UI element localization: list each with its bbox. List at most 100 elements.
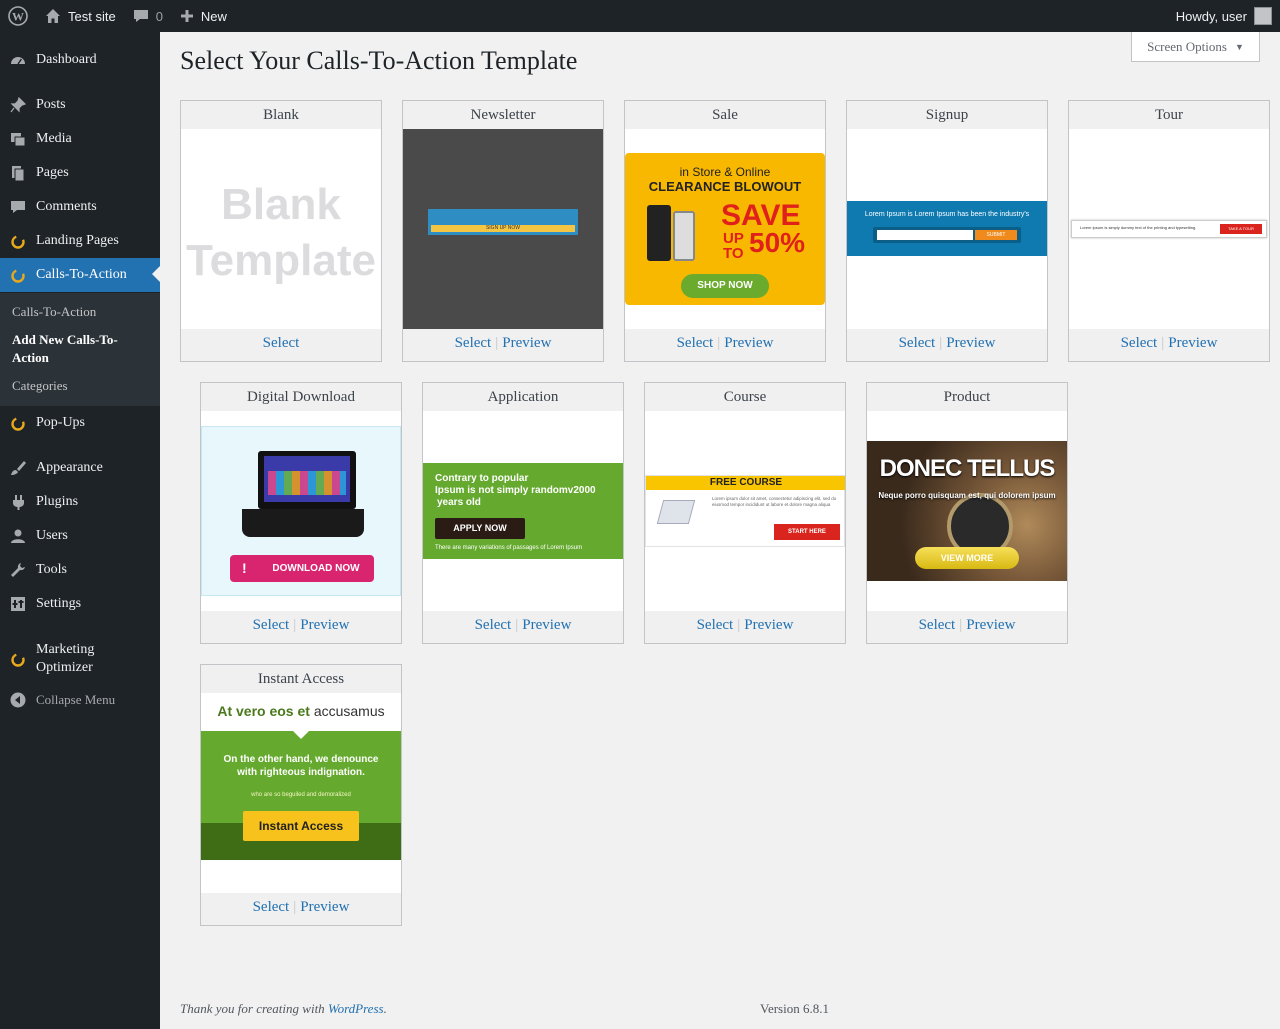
- comments-link[interactable]: 0: [124, 0, 171, 32]
- template-thumbnail[interactable]: ! DOWNLOAD NOW: [201, 411, 401, 611]
- select-link[interactable]: Select: [253, 617, 290, 633]
- sidebar-item-appearance[interactable]: Appearance: [0, 451, 160, 485]
- sidebar-item-pop-ups[interactable]: Pop-Ups: [0, 406, 160, 440]
- select-link[interactable]: Select: [677, 335, 714, 351]
- site-name-link[interactable]: Test site: [36, 0, 124, 32]
- sale-line2: CLEARANCE BLOWOUT: [648, 179, 802, 194]
- select-link[interactable]: Select: [253, 899, 290, 915]
- exclamation-icon: !: [242, 560, 247, 576]
- sidebar-item-dashboard[interactable]: Dashboard: [0, 43, 160, 77]
- preview-link[interactable]: Preview: [744, 617, 793, 633]
- preview-link[interactable]: Preview: [502, 335, 551, 351]
- select-link[interactable]: Select: [899, 335, 936, 351]
- preview-link[interactable]: Preview: [724, 335, 773, 351]
- pages-icon: [0, 164, 36, 182]
- sidebar-item-posts[interactable]: Posts: [0, 88, 160, 122]
- new-label: New: [200, 8, 227, 24]
- brush-icon: [0, 459, 36, 477]
- sidebar-item-settings[interactable]: Settings: [0, 587, 160, 621]
- sidebar-item-landing-pages[interactable]: Landing Pages: [0, 224, 160, 258]
- account-menu[interactable]: Howdy, user: [1176, 0, 1280, 32]
- main-content: Select Your Calls-To-Action Template Scr…: [160, 32, 1280, 1029]
- screen-options-label: Screen Options: [1147, 38, 1227, 54]
- template-title: Course: [645, 383, 845, 411]
- wordpress-logo-button[interactable]: W: [0, 0, 36, 32]
- preview-link[interactable]: Preview: [966, 617, 1015, 633]
- comment-icon: [0, 198, 36, 216]
- new-content-link[interactable]: New: [171, 0, 235, 32]
- instant-headline: At vero eos et accusamus: [217, 703, 385, 719]
- course-text: Lorem ipsum dolor sit amet, consectetur …: [712, 496, 837, 507]
- template-actions: Select | Preview: [1069, 329, 1269, 361]
- sale-to: TO: [723, 245, 744, 262]
- sidebar-item-marketing-optimizer[interactable]: Marketing Optimizer: [0, 637, 160, 681]
- sidebar-item-comments[interactable]: Comments: [0, 190, 160, 224]
- sidebar-item-tools[interactable]: Tools: [0, 553, 160, 587]
- user-icon: [0, 527, 36, 545]
- submenu-item-categories[interactable]: Categories: [0, 377, 160, 395]
- template-actions: Select | Preview: [403, 329, 603, 361]
- preview-link[interactable]: Preview: [1168, 335, 1217, 351]
- template-title: Digital Download: [201, 383, 401, 411]
- signup-submit: SUBMIT: [975, 230, 1017, 240]
- template-actions: Select | Preview: [867, 611, 1067, 643]
- template-thumbnail[interactable]: SIGN UP NOW: [403, 129, 603, 329]
- select-link[interactable]: Select: [697, 617, 734, 633]
- template-thumbnail[interactable]: At vero eos et accusamus On the other ha…: [201, 693, 401, 893]
- product-title: DONEC TELLUS: [879, 455, 1056, 482]
- template-actions: Select | Preview: [847, 329, 1047, 361]
- phone-image: [647, 205, 671, 261]
- template-thumbnail[interactable]: Lorem Ipsum is simply dummy text of the …: [1069, 129, 1269, 329]
- preview-link[interactable]: Preview: [522, 617, 571, 633]
- template-thumbnail[interactable]: Lorem Ipsum is Lorem Ipsum has been the …: [847, 129, 1047, 329]
- tour-text: Lorem Ipsum is simply dummy text of the …: [1080, 225, 1197, 230]
- template-thumbnail[interactable]: Contrary to popular Ipsum is not simply …: [423, 411, 623, 611]
- start-here-button: START HERE: [774, 524, 840, 540]
- preview-link[interactable]: Preview: [946, 335, 995, 351]
- take-a-tour-button: TAKE A TOUR: [1220, 224, 1262, 234]
- select-link[interactable]: Select: [919, 617, 956, 633]
- avatar: [1254, 7, 1272, 25]
- marketing-optimizer-icon: [0, 650, 36, 668]
- select-link[interactable]: Select: [455, 335, 492, 351]
- preview-link[interactable]: Preview: [300, 899, 349, 915]
- template-title: Instant Access: [201, 665, 401, 693]
- sale-line1: in Store & Online: [679, 165, 771, 179]
- settings-icon: [0, 595, 36, 613]
- sale-percent: 50%: [749, 227, 806, 258]
- page-title: Select Your Calls-To-Action Template: [180, 46, 578, 75]
- sidebar-item-media[interactable]: Media: [0, 122, 160, 156]
- select-link[interactable]: Select: [1121, 335, 1158, 351]
- screen-options-button[interactable]: Screen Options ▼: [1131, 32, 1260, 62]
- select-link[interactable]: Select: [475, 617, 512, 633]
- application-line2: Ipsum is not simply randomv2000: [435, 485, 596, 496]
- template-thumbnail[interactable]: in Store & Online CLEARANCE BLOWOUT SAVE…: [625, 129, 825, 329]
- sidebar-item-pages[interactable]: Pages: [0, 156, 160, 190]
- apply-now-button: APPLY NOW: [435, 518, 525, 539]
- template-thumbnail[interactable]: Blank Template: [181, 129, 381, 329]
- view-more-button: VIEW MORE: [915, 547, 1019, 569]
- template-card-instant-access: Instant Access At vero eos et accusamus …: [200, 664, 402, 926]
- template-card-blank: Blank Blank Template Select: [180, 100, 382, 362]
- preview-link[interactable]: Preview: [300, 617, 349, 633]
- submenu-item-calls-to-action[interactable]: Calls-To-Action: [0, 303, 160, 321]
- template-thumbnail[interactable]: FREE COURSE Lorem ipsum dolor sit amet, …: [645, 411, 845, 611]
- template-title: Product: [867, 383, 1067, 411]
- sidebar-item-calls-to-action[interactable]: Calls-To-Action: [0, 258, 160, 292]
- plus-icon: [180, 10, 193, 22]
- submenu-item-add-new[interactable]: Add New Calls-To-Action: [0, 331, 160, 367]
- sidebar-item-users[interactable]: Users: [0, 519, 160, 553]
- instant-line2: with righteous indignation.: [237, 767, 365, 778]
- template-card-product: Product DONEC TELLUS Neque porro quisqua…: [866, 382, 1068, 644]
- newsletter-signup-button: SIGN UP NOW: [431, 225, 575, 232]
- template-title: Blank: [181, 101, 381, 129]
- select-link[interactable]: Select: [263, 335, 300, 351]
- sidebar-item-plugins[interactable]: Plugins: [0, 485, 160, 519]
- wordpress-logo-icon: W: [8, 6, 28, 26]
- template-thumbnail[interactable]: DONEC TELLUS Neque porro quisquam est, q…: [867, 411, 1067, 611]
- instant-access-button: Instant Access: [243, 811, 359, 841]
- template-actions: Select: [181, 329, 381, 361]
- collapse-menu-button[interactable]: Collapse Menu: [0, 683, 160, 717]
- wordpress-link[interactable]: WordPress: [328, 1001, 384, 1016]
- plug-icon: [0, 493, 36, 511]
